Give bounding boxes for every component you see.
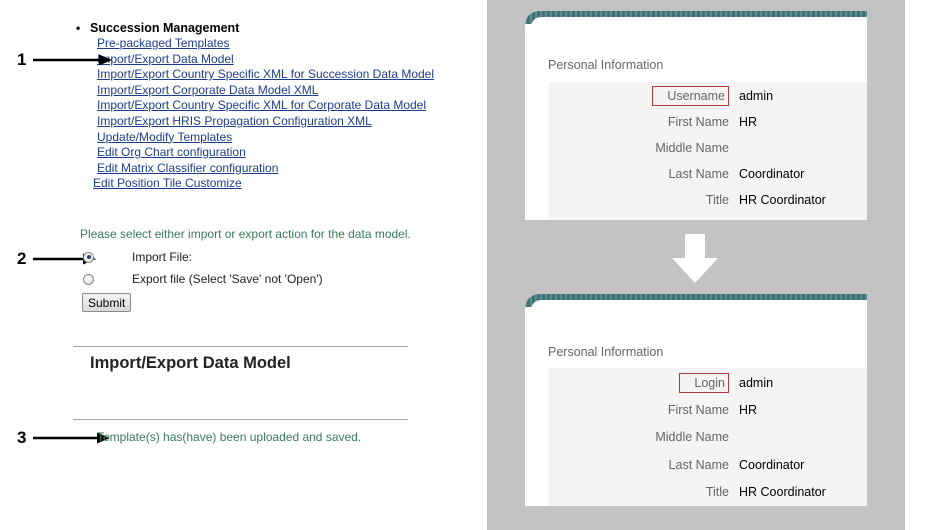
menu-item: Import/Export Corporate Data Model XML: [97, 83, 434, 99]
field-row: Last Name Coordinator: [549, 452, 867, 478]
field-row: Title HR Coordinator: [549, 187, 867, 213]
menu-title-label: Succession Management: [90, 21, 240, 35]
field-value: admin: [739, 376, 774, 390]
personal-info-card-before: Personal Information Username admin Firs…: [525, 11, 867, 220]
card-heading: Personal Information: [548, 58, 664, 72]
bullet-icon: •: [76, 21, 81, 35]
card-heading: Personal Information: [548, 345, 664, 359]
field-row: Middle Name: [549, 135, 867, 161]
before-after-panel: Personal Information Username admin Firs…: [487, 0, 905, 530]
field-label: Login: [549, 373, 734, 393]
field-value: HR Coordinator: [739, 193, 826, 207]
field-label: Title: [705, 193, 729, 207]
menu-item: Import/Export Country Specific XML for C…: [97, 98, 434, 114]
admin-tools-panel: • Succession Management Pre-packaged Tem…: [0, 0, 470, 530]
section-title: Import/Export Data Model: [90, 354, 291, 372]
field-label: Title: [705, 485, 729, 499]
field-label: Last Name: [668, 458, 729, 472]
menu-item: Pre-packaged Templates: [97, 36, 434, 52]
field-label: First Name: [667, 115, 729, 129]
link-pre-packaged-templates[interactable]: Pre-packaged Templates: [97, 36, 230, 50]
succession-management-menu: • Succession Management Pre-packaged Tem…: [76, 21, 434, 192]
field-row: Last Name Coordinator: [549, 161, 867, 187]
username-label-highlight: Username: [652, 86, 729, 106]
link-edit-org-chart[interactable]: Edit Org Chart configuration: [97, 145, 246, 159]
card-body: Personal Information Username admin Firs…: [531, 17, 867, 220]
field-label: Username: [549, 86, 734, 106]
field-row: Title HR Coordinator: [549, 479, 867, 505]
menu-item: Import/Export Data Model: [97, 52, 434, 68]
field-value: Coordinator: [739, 458, 805, 472]
divider: [73, 419, 408, 420]
link-country-specific-succession[interactable]: Import/Export Country Specific XML for S…: [97, 67, 434, 81]
field-row: Username admin: [549, 83, 867, 109]
import-option: Import File:: [83, 250, 192, 264]
link-edit-position-tile[interactable]: Edit Position Tile Customize: [93, 176, 242, 190]
menu-title: • Succession Management: [76, 21, 434, 36]
import-radio[interactable]: [83, 251, 94, 263]
link-country-specific-corporate[interactable]: Import/Export Country Specific XML for C…: [97, 98, 426, 112]
field-value: HR: [739, 115, 758, 129]
menu-item: Edit Matrix Classifier configuration: [97, 161, 434, 177]
field-label: Middle Name: [655, 430, 729, 444]
field-value: HR Coordinator: [739, 485, 826, 499]
field-value: Coordinator: [739, 167, 805, 181]
field-value: admin: [739, 89, 774, 103]
export-radio[interactable]: [83, 273, 94, 285]
field-row: First Name HR: [549, 397, 867, 423]
instruction-text: Please select either import or export ac…: [80, 227, 411, 241]
menu-item: Edit Org Chart configuration: [97, 145, 434, 161]
login-label-highlight: Login: [679, 373, 729, 393]
callout-number: 1: [17, 50, 27, 69]
black-right-arrow-icon: [33, 54, 112, 66]
export-option: Export file (Select 'Save' not 'Open'): [83, 272, 323, 286]
field-row: First Name HR: [549, 109, 867, 135]
menu-item: Update/Modify Templates: [97, 130, 434, 146]
personal-info-card-after: Personal Information Login admin First N…: [525, 294, 867, 506]
field-label: Last Name: [668, 167, 729, 181]
menu-item: Import/Export HRIS Propagation Configura…: [97, 114, 434, 130]
menu-item: Import/Export Country Specific XML for S…: [97, 67, 434, 83]
link-corporate-data-model[interactable]: Import/Export Corporate Data Model XML: [97, 83, 318, 97]
link-update-modify-templates[interactable]: Update/Modify Templates: [97, 130, 232, 144]
import-label: Import File:: [132, 250, 193, 264]
submit-button[interactable]: Submit: [82, 293, 132, 312]
link-hris-propagation[interactable]: Import/Export HRIS Propagation Configura…: [97, 114, 372, 128]
field-value: HR: [739, 403, 758, 417]
personal-info-fields: Login admin First Name HR Middle Name La…: [549, 368, 867, 506]
callout-number: 2: [17, 249, 27, 268]
menu-links: Pre-packaged Templates Import/Export Dat…: [76, 36, 434, 192]
link-import-export-data-model[interactable]: Import/Export Data Model: [97, 52, 234, 66]
divider: [73, 346, 408, 347]
card-body: Personal Information Login admin First N…: [531, 300, 867, 506]
status-message: Template(s) has(have) been uploaded and …: [97, 430, 362, 444]
field-row: Login admin: [549, 370, 867, 396]
callout-number: 3: [17, 428, 27, 447]
callout-1: 1: [17, 50, 113, 70]
white-down-arrow-icon: [672, 234, 718, 283]
field-label: First Name: [667, 403, 729, 417]
menu-item: Edit Position Tile Customize: [93, 176, 434, 192]
field-row: Middle Name: [549, 424, 867, 450]
link-edit-matrix-classifier[interactable]: Edit Matrix Classifier configuration: [97, 161, 278, 175]
field-label: Middle Name: [655, 141, 729, 155]
personal-info-fields: Username admin First Name HR Middle Name…: [549, 82, 867, 220]
export-label: Export file (Select 'Save' not 'Open'): [132, 272, 323, 286]
